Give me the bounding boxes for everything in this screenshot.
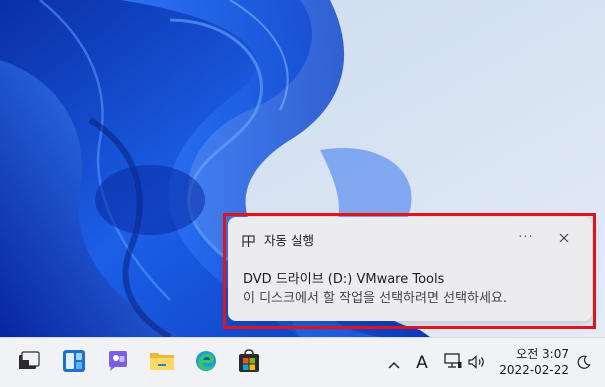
start-icon <box>18 351 40 375</box>
notification-header: 자동 실행 <box>242 230 314 249</box>
volume-icon <box>468 354 486 373</box>
more-options-button[interactable]: ··· <box>515 227 537 247</box>
network-button[interactable] <box>442 338 464 387</box>
show-hidden-icons-button[interactable] <box>384 338 404 387</box>
notification-title: DVD 드라이브 (D:) VMware Tools <box>243 272 445 287</box>
folder-icon <box>149 350 175 376</box>
edge-icon <box>194 349 218 377</box>
taskbar: A 오전 3:07 2022-02-22 <box>0 337 605 387</box>
close-button[interactable] <box>553 227 575 247</box>
clock-date: 2022-02-22 <box>499 363 569 377</box>
file-explorer-button[interactable] <box>149 350 175 376</box>
notification-body: 이 디스크에서 할 작업을 선택하려면 선택하세요. <box>243 291 507 306</box>
volume-button[interactable] <box>466 338 488 387</box>
focus-assist-button[interactable] <box>573 338 595 387</box>
clock-time: 오전 3:07 <box>516 347 569 361</box>
start-button[interactable] <box>16 350 42 376</box>
network-icon <box>444 353 462 373</box>
desktop-screen: 자동 실행 ··· DVD 드라이브 (D:) VMware Tools 이 디… <box>0 0 605 387</box>
edge-browser-button[interactable] <box>193 350 219 376</box>
chat-button[interactable] <box>105 350 131 376</box>
clock-button[interactable]: 오전 3:07 2022-02-22 <box>497 346 569 378</box>
close-icon <box>559 228 569 247</box>
store-icon <box>237 349 261 377</box>
store-button[interactable] <box>236 349 262 377</box>
moon-icon <box>577 354 591 373</box>
notification-app-name: 자동 실행 <box>264 233 314 248</box>
widgets-icon <box>62 349 86 377</box>
chat-icon <box>106 349 130 377</box>
input-indicator[interactable]: A <box>410 338 434 387</box>
chevron-up-icon <box>388 354 400 373</box>
widgets-button[interactable] <box>61 350 87 376</box>
autoplay-icon <box>242 233 255 247</box>
autoplay-notification[interactable]: 자동 실행 ··· DVD 드라이브 (D:) VMware Tools 이 디… <box>228 217 592 321</box>
